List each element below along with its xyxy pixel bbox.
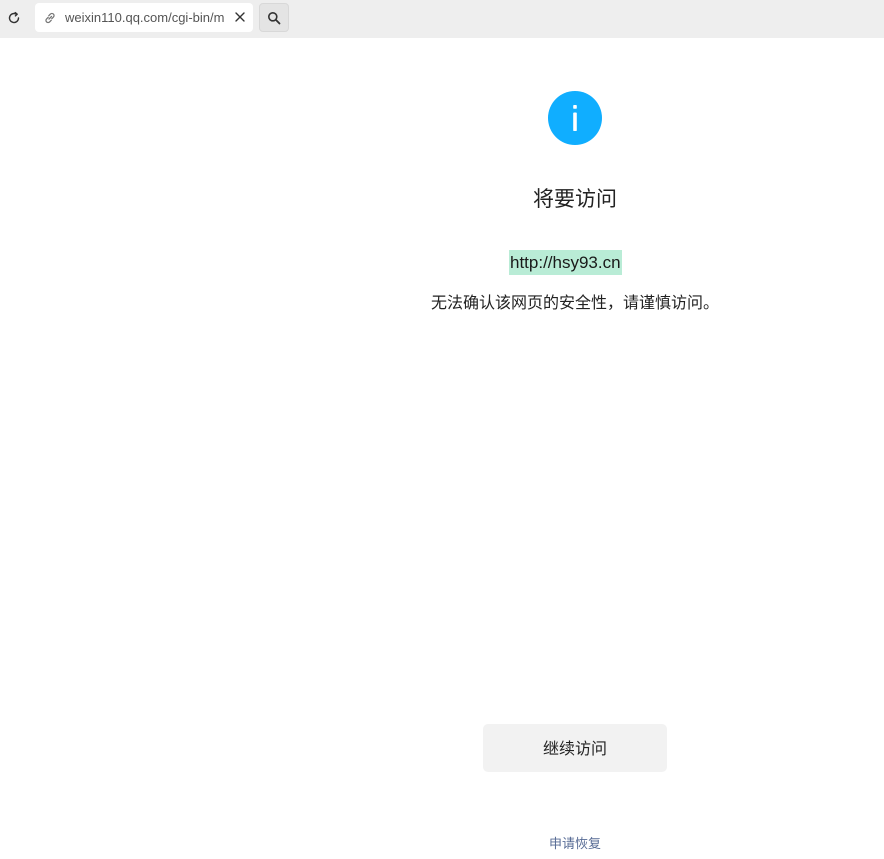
continue-button[interactable]: 继续访问 xyxy=(483,724,667,772)
address-text[interactable]: weixin110.qq.com/cgi-bin/m xyxy=(65,3,225,32)
reload-button[interactable] xyxy=(3,7,25,29)
search-button[interactable] xyxy=(259,3,289,32)
link-icon xyxy=(45,12,55,24)
address-bar[interactable]: weixin110.qq.com/cgi-bin/m xyxy=(35,3,253,32)
appeal-link[interactable]: 申请恢复 xyxy=(500,835,650,855)
warning-message: 无法确认该网页的安全性，请谨慎访问。 xyxy=(430,293,719,312)
target-url: http://hsy93.cn xyxy=(509,250,622,275)
browser-toolbar: weixin110.qq.com/cgi-bin/m xyxy=(0,0,884,38)
search-icon xyxy=(268,11,281,24)
reload-icon xyxy=(8,11,20,24)
info-icon xyxy=(548,91,602,145)
close-icon[interactable] xyxy=(233,10,247,24)
page-title: 将要访问 xyxy=(533,187,617,211)
